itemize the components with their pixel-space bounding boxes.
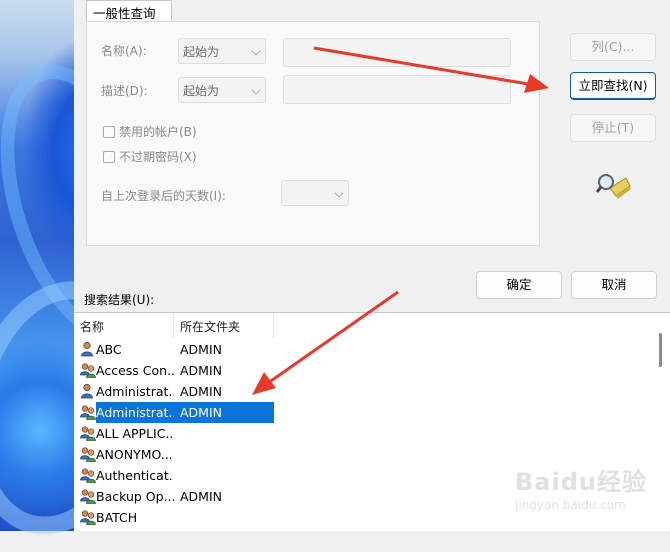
group-icon xyxy=(79,488,97,505)
row-name: Administrat... xyxy=(96,405,174,420)
row-folder: ADMIN xyxy=(180,384,222,399)
table-row[interactable]: Authenticat... xyxy=(74,465,274,486)
row-name: BATCH xyxy=(96,510,138,525)
baidu-watermark: Baidu经验 jingyan.baidu.com xyxy=(505,458,655,518)
description-mode-select[interactable]: 起始为 xyxy=(178,77,266,103)
disabled-accounts-checkbox[interactable]: 禁用的帐户(B) xyxy=(103,123,197,140)
group-icon xyxy=(79,467,97,484)
search-flashlight-icon xyxy=(596,174,631,199)
desktop-wallpaper xyxy=(0,0,74,531)
row-folder: ADMIN xyxy=(180,405,222,420)
query-panel: 名称(A): 起始为 描述(D): 起始为 禁用的帐户(B) 不过期密码(X) … xyxy=(86,21,540,246)
row-name: ALL APPLIC... xyxy=(96,426,174,441)
non-expiring-password-label: 不过期密码(X) xyxy=(119,150,197,164)
group-icon xyxy=(79,404,97,421)
watermark-brand: Baidu经验 xyxy=(515,468,647,496)
group-icon xyxy=(79,509,97,526)
table-row[interactable]: ALL APPLIC... xyxy=(74,423,274,444)
description-mode-value: 起始为 xyxy=(183,84,220,98)
name-input[interactable] xyxy=(283,38,511,67)
scrollbar-thumb[interactable] xyxy=(659,333,662,367)
table-row[interactable]: Access Con... ADMIN xyxy=(74,360,274,381)
row-name: Backup Op... xyxy=(96,489,174,504)
columns-button[interactable]: 列(C)... xyxy=(570,33,656,61)
user-icon xyxy=(79,383,97,400)
ok-button[interactable]: 确定 xyxy=(476,271,562,299)
group-icon xyxy=(79,425,97,442)
column-header-name[interactable]: 名称 xyxy=(74,313,174,338)
name-mode-value: 起始为 xyxy=(183,45,220,59)
row-folder: ADMIN xyxy=(180,489,222,504)
table-row[interactable]: Administrat... ADMIN xyxy=(80,402,274,423)
days-since-logon-select[interactable] xyxy=(281,180,349,206)
chevron-down-icon xyxy=(251,46,261,56)
column-header-folder[interactable]: 所在文件夹 xyxy=(174,313,274,338)
cancel-button[interactable]: 取消 xyxy=(571,271,657,299)
row-name: ABC xyxy=(96,342,122,357)
search-results-label: 搜索结果(U): xyxy=(84,293,155,307)
find-now-button[interactable]: 立即查找(N) xyxy=(570,72,656,100)
table-row[interactable]: Administrat... ADMIN xyxy=(74,381,274,402)
checkbox-box xyxy=(103,150,115,163)
table-row[interactable]: ABC ADMIN xyxy=(74,339,274,360)
description-label: 描述(D): xyxy=(101,84,148,98)
non-expiring-password-checkbox[interactable]: 不过期密码(X) xyxy=(103,148,197,165)
row-folder: ADMIN xyxy=(180,363,222,378)
row-name: ANONYMO... xyxy=(96,447,173,462)
disabled-accounts-label: 禁用的帐户(B) xyxy=(119,125,197,139)
chevron-down-icon xyxy=(251,85,261,95)
row-folder: ADMIN xyxy=(180,342,222,357)
description-input[interactable] xyxy=(283,75,511,104)
user-icon xyxy=(79,341,97,358)
row-name: Administrat... xyxy=(96,384,174,399)
group-icon xyxy=(79,362,97,379)
days-since-logon-label: 自上次登录后的天数(I): xyxy=(101,189,226,203)
group-icon xyxy=(79,446,97,463)
table-row[interactable]: Backup Op... ADMIN xyxy=(74,486,274,507)
tab-general-query[interactable]: 一般性查询 xyxy=(86,0,172,22)
name-mode-select[interactable]: 起始为 xyxy=(178,38,266,64)
row-name: Access Con... xyxy=(96,363,174,378)
name-label: 名称(A): xyxy=(101,44,147,58)
table-row[interactable]: ANONYMO... xyxy=(74,444,274,465)
watermark-url: jingyan.baidu.com xyxy=(515,498,626,512)
find-users-dialog: 一般性查询 名称(A): 起始为 描述(D): 起始为 禁用的帐户(B) 不过期… xyxy=(74,0,670,531)
checkbox-box xyxy=(103,125,115,138)
chevron-down-icon xyxy=(334,188,344,198)
stop-button[interactable]: 停止(T) xyxy=(570,114,656,142)
row-name: Authenticat... xyxy=(96,468,174,483)
table-row[interactable]: BATCH xyxy=(74,507,274,528)
